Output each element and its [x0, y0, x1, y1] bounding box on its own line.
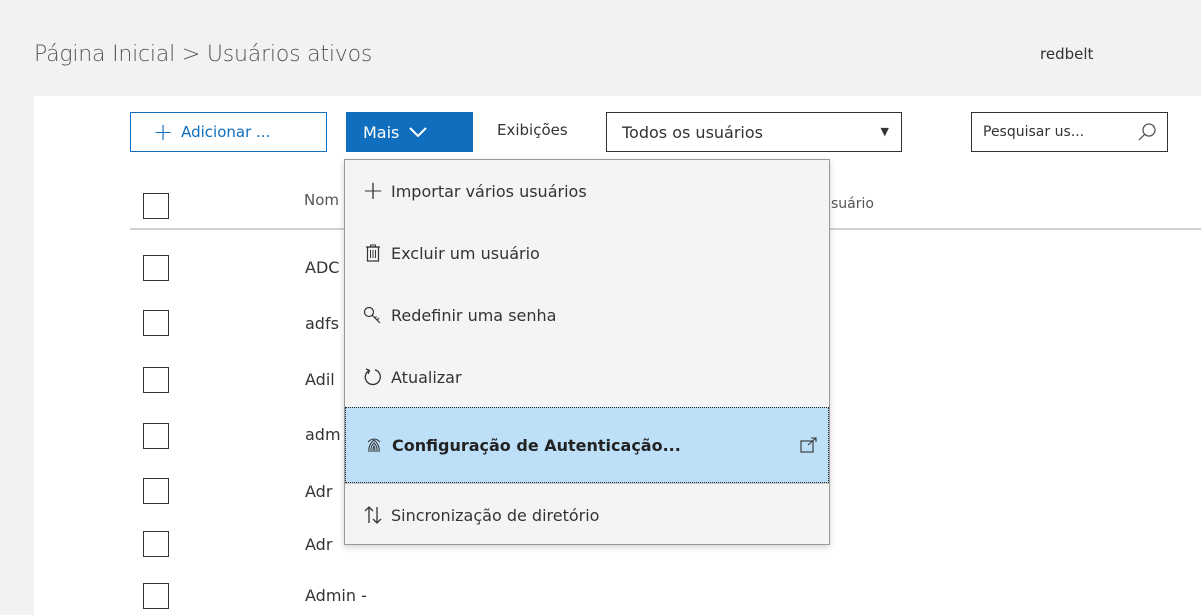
- key-icon: [355, 306, 391, 324]
- menu-item-label: Atualizar: [391, 367, 462, 387]
- search-input[interactable]: Pesquisar us...: [971, 112, 1168, 152]
- plus-icon: +: [362, 176, 384, 206]
- add-user-label: Adicionar ...: [181, 123, 271, 141]
- row-checkbox[interactable]: [143, 255, 169, 281]
- table-row[interactable]: Adil: [305, 370, 335, 389]
- breadcrumb: Página Inicial > Usuários ativos: [34, 42, 372, 67]
- table-row[interactable]: adm: [305, 425, 341, 444]
- row-checkbox[interactable]: [143, 531, 169, 557]
- menu-item-label: Redefinir uma senha: [391, 305, 557, 325]
- menu-item-reset-password[interactable]: Redefinir uma senha: [345, 284, 829, 346]
- column-header-username[interactable]: suário: [831, 196, 874, 212]
- menu-item-delete-user[interactable]: Excluir um usuário: [345, 222, 829, 284]
- menu-item-import-users[interactable]: + Importar vários usuários: [345, 160, 829, 222]
- menu-item-auth-configuration[interactable]: Configuração de Autenticação...: [345, 407, 829, 483]
- row-checkbox[interactable]: [143, 310, 169, 336]
- row-checkbox[interactable]: [143, 583, 169, 609]
- row-checkbox[interactable]: [143, 367, 169, 393]
- menu-item-label: Importar vários usuários: [391, 181, 587, 201]
- menu-item-label: Sincronização de diretório: [391, 505, 600, 525]
- menu-item-label: Excluir um usuário: [391, 243, 540, 263]
- fingerprint-icon: [356, 436, 392, 454]
- table-row[interactable]: Adr: [305, 482, 332, 501]
- views-selected-value: Todos os usuários: [622, 122, 763, 142]
- breadcrumb-current: Usuários ativos: [206, 42, 373, 67]
- more-button[interactable]: Mais: [346, 112, 473, 152]
- search-icon[interactable]: [1137, 122, 1157, 142]
- trash-icon: [355, 244, 391, 262]
- menu-item-directory-sync[interactable]: Sincronização de diretório: [345, 484, 829, 546]
- menu-item-label: Configuração de Autenticação...: [392, 435, 681, 455]
- sync-arrows-icon: [355, 505, 391, 525]
- more-dropdown-menu: + Importar vários usuários Excluir um us…: [344, 159, 830, 545]
- row-checkbox[interactable]: [143, 478, 169, 504]
- menu-item-refresh[interactable]: Atualizar: [345, 346, 829, 408]
- breadcrumb-home[interactable]: Página Inicial: [34, 42, 175, 67]
- select-all-checkbox[interactable]: [143, 193, 169, 219]
- views-select[interactable]: Todos os usuários ▼: [606, 112, 902, 152]
- external-link-icon: [800, 437, 817, 453]
- search-placeholder: Pesquisar us...: [983, 124, 1085, 140]
- table-row[interactable]: Adr: [305, 535, 332, 554]
- table-row[interactable]: adfs: [305, 314, 339, 333]
- chevron-down-icon: [409, 127, 428, 137]
- refresh-icon: [355, 367, 391, 387]
- breadcrumb-separator: >: [181, 42, 201, 67]
- plus-icon: +: [153, 118, 174, 146]
- more-label: Mais: [363, 122, 400, 142]
- add-user-button[interactable]: + Adicionar ...: [130, 112, 327, 152]
- table-row[interactable]: Admin -: [305, 586, 367, 605]
- column-header-name[interactable]: Nom: [304, 191, 339, 209]
- views-label: Exibições: [497, 121, 568, 139]
- dropdown-arrow-icon: ▼: [880, 125, 889, 138]
- table-row[interactable]: ADC: [305, 258, 339, 277]
- row-checkbox[interactable]: [143, 423, 169, 449]
- tenant-name: redbelt: [1040, 45, 1094, 63]
